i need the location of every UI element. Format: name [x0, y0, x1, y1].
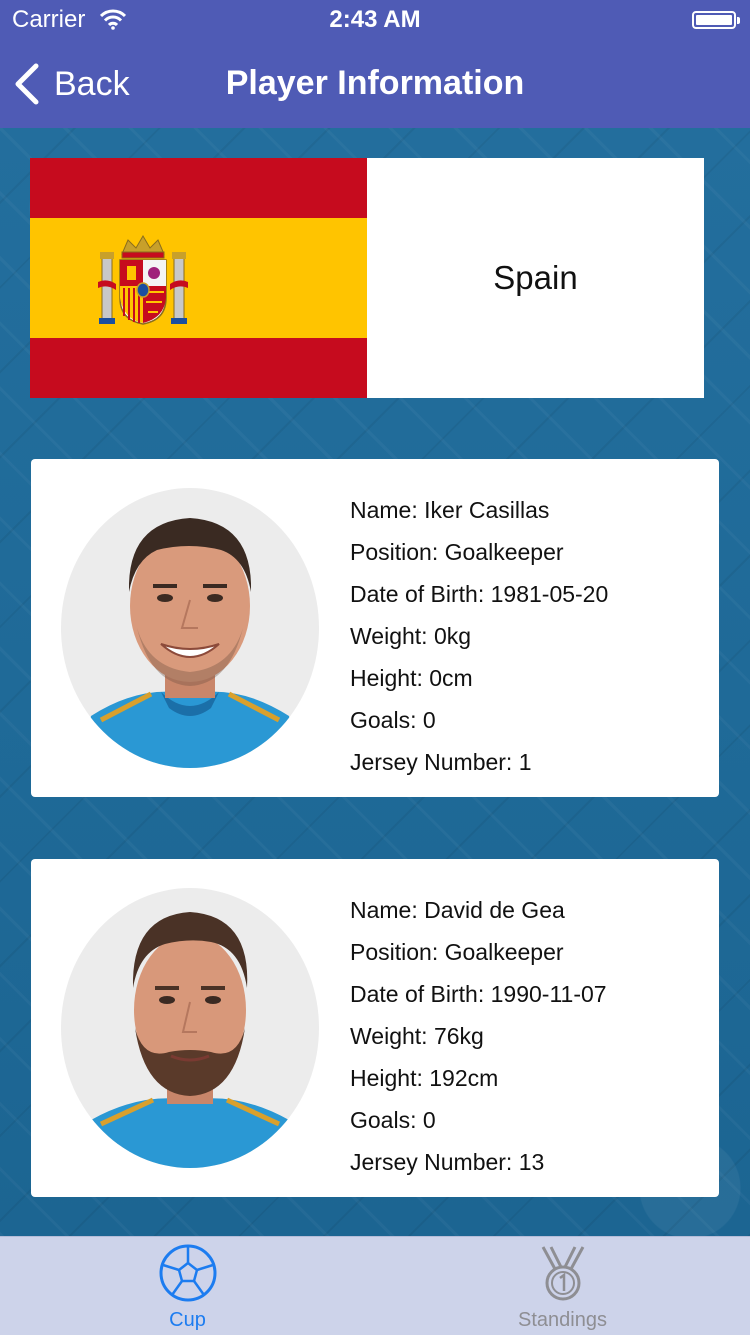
soccer-ball-icon	[159, 1244, 217, 1302]
player-weight: Weight: 0kg	[350, 623, 472, 649]
status-bar: Carrier 2:43 AM	[0, 0, 750, 40]
player-photo	[61, 488, 319, 768]
player-goals: Goals: 0	[350, 1107, 436, 1133]
player-dob: Date of Birth: 1990-11-07	[350, 981, 607, 1007]
team-header: Spain	[30, 158, 704, 398]
player-card[interactable]: Name: Iker Casillas Position: Goalkeeper…	[31, 459, 719, 797]
tab-cup-label: Cup	[169, 1309, 206, 1331]
tab-cup[interactable]: Cup	[0, 1237, 375, 1335]
player-name: Name: Iker Casillas	[350, 497, 550, 523]
player-details: Name: Iker Casillas Position: Goalkeeper…	[350, 493, 608, 787]
spain-flag-icon	[30, 158, 367, 398]
status-time: 2:43 AM	[329, 6, 421, 33]
tab-bar: Cup Standings	[0, 1236, 750, 1335]
team-name: Spain	[493, 259, 578, 296]
player-photo	[61, 888, 319, 1168]
medal-icon	[541, 1246, 585, 1301]
player-goals: Goals: 0	[350, 707, 436, 733]
coat-of-arms-icon	[98, 235, 188, 325]
player-dob: Date of Birth: 1981-05-20	[350, 581, 609, 607]
page-title: Player Information	[225, 64, 525, 102]
player-jersey-number: Jersey Number: 13	[350, 1149, 545, 1175]
player-height: Height: 0cm	[350, 665, 473, 691]
player-position: Position: Goalkeeper	[350, 539, 564, 565]
player-position: Position: Goalkeeper	[350, 939, 564, 965]
player-card[interactable]: Name: David de Gea Position: Goalkeeper …	[31, 859, 719, 1197]
navigation-bar: Back Player Information	[0, 40, 750, 128]
tab-standings-label: Standings	[518, 1309, 607, 1331]
player-name: Name: David de Gea	[350, 897, 565, 923]
battery-icon	[692, 11, 740, 29]
player-height: Height: 192cm	[350, 1065, 499, 1091]
player-details: Name: David de Gea Position: Goalkeeper …	[350, 893, 607, 1187]
player-jersey-number: Jersey Number: 1	[350, 749, 532, 775]
player-weight: Weight: 76kg	[350, 1023, 484, 1049]
tab-standings[interactable]: Standings	[375, 1237, 750, 1335]
